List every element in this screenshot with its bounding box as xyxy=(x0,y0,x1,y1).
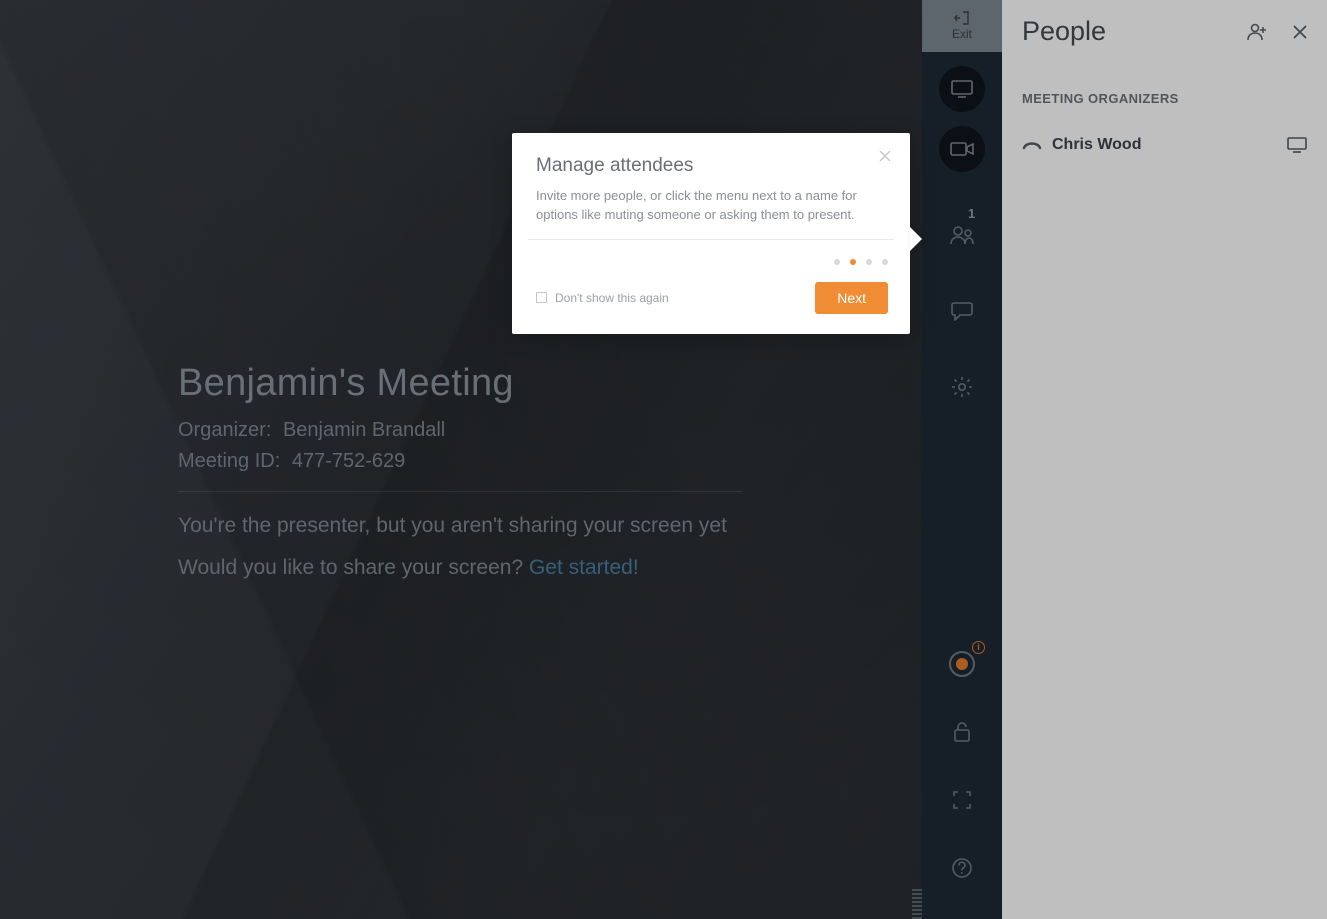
organizer-label: Organizer: xyxy=(178,419,271,441)
share-screen-button[interactable] xyxy=(939,66,985,112)
step-dot[interactable] xyxy=(866,259,872,265)
meeting-id-row: Meeting ID: 477-752-629 xyxy=(178,450,742,473)
people-panel-toggle[interactable]: 1 xyxy=(939,212,985,258)
share-prompt-line: Would you like to share your screen? Get… xyxy=(178,556,742,580)
step-dot[interactable] xyxy=(834,259,840,265)
help-button[interactable] xyxy=(939,845,985,891)
close-icon xyxy=(1293,25,1307,39)
checkbox-box-icon xyxy=(536,292,547,303)
dont-show-again-checkbox[interactable]: Don't show this again xyxy=(536,291,669,305)
popover-body: Invite more people, or click the menu ne… xyxy=(512,187,910,239)
meeting-title: Benjamin's Meeting xyxy=(178,362,742,405)
people-panel-title: People xyxy=(1022,16,1106,47)
meeting-id-value: 477-752-629 xyxy=(292,450,405,472)
share-webcam-button[interactable] xyxy=(939,126,985,172)
lock-meeting-button[interactable] xyxy=(939,709,985,755)
section-organizers-label: MEETING ORGANIZERS xyxy=(1022,91,1307,106)
meeting-info: Benjamin's Meeting Organizer: Benjamin B… xyxy=(178,362,742,580)
organizer-row[interactable]: Chris Wood xyxy=(1022,136,1307,154)
popover-title: Manage attendees xyxy=(536,155,886,177)
people-panel: People MEETING ORGANIZERS xyxy=(1002,0,1327,919)
fullscreen-icon xyxy=(953,791,971,809)
tour-popover: Manage attendees Invite more people, or … xyxy=(512,133,910,334)
people-count-badge: 1 xyxy=(968,206,975,221)
chat-icon xyxy=(951,301,973,321)
add-user-icon xyxy=(1247,23,1267,41)
help-icon xyxy=(952,858,972,878)
record-button[interactable]: i xyxy=(939,641,985,687)
exit-label: Exit xyxy=(952,27,972,41)
phone-connected-icon xyxy=(1022,140,1040,150)
presenter-status: You're the presenter, but you aren't sha… xyxy=(178,514,742,538)
video-camera-icon xyxy=(950,141,974,157)
popover-close-button[interactable] xyxy=(874,145,896,167)
popover-step-dots xyxy=(512,240,910,270)
organizer-value: Benjamin Brandall xyxy=(283,419,445,441)
people-icon xyxy=(950,225,974,245)
organizer-name: Chris Wood xyxy=(1052,136,1141,154)
exit-button[interactable]: Exit xyxy=(922,0,1002,52)
gear-icon xyxy=(951,376,973,398)
dont-show-again-label: Don't show this again xyxy=(555,291,669,305)
popover-next-button[interactable]: Next xyxy=(815,282,888,314)
control-column: Exit 1 xyxy=(922,0,1002,919)
chat-panel-toggle[interactable] xyxy=(939,288,985,334)
meeting-id-label: Meeting ID: xyxy=(178,450,280,472)
unlock-icon xyxy=(953,721,971,743)
resize-grip[interactable] xyxy=(912,887,922,919)
monitor-icon xyxy=(951,80,973,98)
step-dot[interactable] xyxy=(850,259,856,265)
get-started-link[interactable]: Get started! xyxy=(529,556,639,579)
exit-icon xyxy=(954,11,970,25)
settings-button[interactable] xyxy=(939,364,985,410)
record-icon: i xyxy=(949,651,975,677)
step-dot[interactable] xyxy=(882,259,888,265)
close-icon xyxy=(879,150,891,162)
share-prompt-text: Would you like to share your screen? xyxy=(178,556,529,579)
organizer-row: Organizer: Benjamin Brandall xyxy=(178,419,742,442)
fullscreen-button[interactable] xyxy=(939,777,985,823)
meeting-info-divider xyxy=(178,491,742,492)
info-badge-icon: i xyxy=(972,641,985,654)
close-people-panel-button[interactable] xyxy=(1293,25,1307,39)
invite-people-button[interactable] xyxy=(1247,23,1267,41)
presenting-monitor-icon xyxy=(1287,137,1307,153)
